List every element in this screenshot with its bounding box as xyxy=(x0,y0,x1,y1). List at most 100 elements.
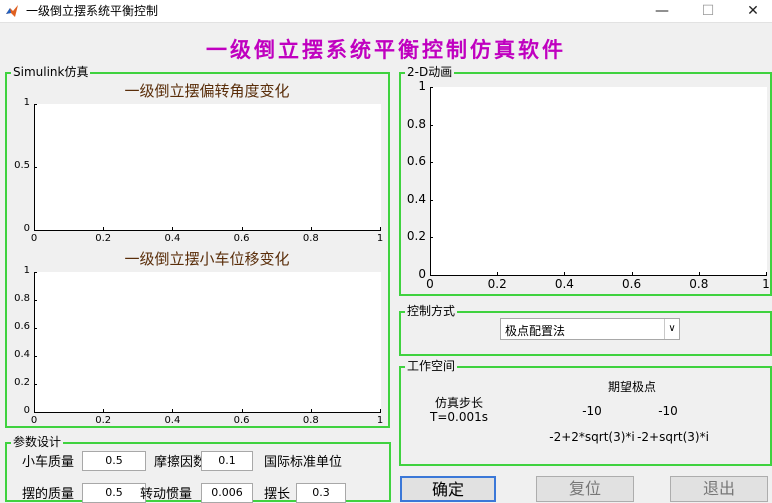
axes3-xtick-label: 0.4 xyxy=(554,277,574,291)
axes3-ytick-mark xyxy=(430,237,433,239)
axes3-ytick-label: 0.4 xyxy=(406,191,426,206)
animation-plot-area[interactable] xyxy=(430,87,767,276)
inertia-label: 转动惯量 xyxy=(140,487,193,502)
pole-4: -2+sqrt(3)*i xyxy=(637,430,709,444)
reset-button[interactable]: 复位 xyxy=(536,476,634,502)
parameter-panel-label: 参数设计 xyxy=(11,434,64,450)
window-title: 一级倒立摆系统平衡控制 xyxy=(26,4,159,18)
axes2-ytick-label: 1 xyxy=(23,265,30,276)
confirm-button[interactable]: 确定 xyxy=(400,476,496,502)
workspace-panel-label: 工作空间 xyxy=(405,358,458,374)
axes3-xtick-label: 0.2 xyxy=(487,277,507,291)
pendulum-length-input[interactable]: 0.3 xyxy=(296,483,346,503)
axes2-xtick-mark xyxy=(380,409,381,412)
axes2-title: 一级倒立摆小车位移变化 xyxy=(124,250,290,268)
axes1-ytick-label: 0.5 xyxy=(14,160,30,171)
inertia-input[interactable]: 0.006 xyxy=(201,483,253,503)
cart-mass-label: 小车质量 xyxy=(22,455,75,470)
axes3-ytick-label: 0.6 xyxy=(406,154,426,169)
pendulum-mass-label: 摆的质量 xyxy=(22,487,75,502)
pendulum-length-label: 摆长 xyxy=(264,487,291,502)
axes3-xtick-mark xyxy=(631,272,633,275)
axes2-ytick-mark xyxy=(34,384,37,385)
axes2-ytick-mark xyxy=(34,272,37,273)
axes2-ytick-mark xyxy=(34,328,37,329)
axes1-ytick-label: 1 xyxy=(23,97,30,108)
exit-button[interactable]: 退出 xyxy=(670,476,768,502)
friction-label: 摩擦因数 xyxy=(154,455,207,470)
axes2-ytick-mark xyxy=(34,300,37,301)
axes1-xtick-mark xyxy=(34,227,35,230)
control-method-select[interactable]: 极点配置法 ∨ xyxy=(500,318,680,340)
axes1-xtick-mark xyxy=(172,227,174,230)
control-method-label: 控制方式 xyxy=(405,303,458,319)
axes3-xtick-mark xyxy=(497,272,499,275)
axes1-ytick-mark xyxy=(34,230,37,231)
axes1-xtick-mark xyxy=(310,227,312,230)
axes3-xtick-mark xyxy=(698,272,700,275)
axes3-ytick-label: 0.8 xyxy=(406,116,426,131)
axes1-xtick-mark xyxy=(103,227,105,230)
chevron-down-icon[interactable]: ∨ xyxy=(664,319,679,339)
axes2-ytick-label: 0.2 xyxy=(14,377,30,388)
axes1-xtick-label: 0.2 xyxy=(95,233,112,244)
minimize-button[interactable]: — xyxy=(642,0,682,22)
axes3-xtick-label: 0 xyxy=(426,277,434,291)
step-size-value: T=0.001s xyxy=(430,410,488,424)
axes1-xtick-label: 0 xyxy=(30,233,38,244)
axes3-ytick-mark xyxy=(430,275,433,276)
axes3-xtick-label: 0.8 xyxy=(689,277,709,291)
axes3-ytick-mark xyxy=(430,124,433,126)
axes3-ytick-mark xyxy=(430,87,433,88)
axes2-ytick-label: 0.8 xyxy=(14,293,30,304)
axes2-ytick-mark xyxy=(34,356,37,357)
desired-poles-title: 期望极点 xyxy=(607,380,656,394)
axes1-ytick-mark xyxy=(34,167,37,168)
step-size-label: 仿真步长 xyxy=(434,396,483,410)
window-titlebar: 一级倒立摆系统平衡控制 — ☐ ✕ xyxy=(0,0,772,23)
axes2-xtick-mark xyxy=(103,409,105,412)
pole-1: -10 xyxy=(582,404,602,418)
pole-2: -10 xyxy=(658,404,678,418)
axes2-xtick-label: 0.6 xyxy=(233,415,250,426)
friction-input[interactable]: 0.1 xyxy=(201,451,253,471)
axes1-xtick-label: 0.8 xyxy=(302,233,319,244)
axes3-ytick-mark xyxy=(430,199,433,201)
angle-plot-area[interactable] xyxy=(34,104,381,231)
axes2-xtick-mark xyxy=(241,409,243,412)
axes2-xtick-mark xyxy=(310,409,312,412)
axes2-xtick-label: 0 xyxy=(30,415,38,426)
units-label: 国际标准单位 xyxy=(264,455,343,470)
axes2-xtick-label: 0.4 xyxy=(164,415,181,426)
axes1-xtick-mark xyxy=(380,227,381,230)
axes1-xtick-label: 0.4 xyxy=(164,233,181,244)
animation-panel-label: 2-D动画 xyxy=(405,64,455,80)
axes3-ytick-label: 0.2 xyxy=(406,229,426,244)
axes3-ytick-label: 1 xyxy=(418,79,426,93)
axes2-ytick-label: 0.6 xyxy=(14,321,30,332)
close-button[interactable]: ✕ xyxy=(733,0,772,22)
axes2-xtick-label: 1 xyxy=(376,415,384,426)
axes2-ytick-mark xyxy=(34,412,37,413)
maximize-button[interactable]: ☐ xyxy=(688,0,728,22)
simulink-panel-label: Simulink仿真 xyxy=(11,64,91,80)
matlab-app-icon xyxy=(6,5,18,17)
axes2-xtick-mark xyxy=(34,409,35,412)
axes3-ytick-mark xyxy=(430,162,433,164)
axes1-xtick-label: 0.6 xyxy=(233,233,250,244)
pole-3: -2+2*sqrt(3)*i xyxy=(549,430,635,444)
axes3-xtick-mark xyxy=(564,272,566,275)
displacement-plot-area[interactable] xyxy=(34,272,381,413)
axes1-title: 一级倒立摆偏转角度变化 xyxy=(124,82,290,100)
pendulum-mass-input[interactable]: 0.5 xyxy=(82,483,146,503)
axes2-ytick-label: 0.4 xyxy=(14,349,30,360)
axes1-xtick-mark xyxy=(241,227,243,230)
axes3-xtick-mark xyxy=(766,272,767,275)
axes3-xtick-mark xyxy=(430,272,431,275)
axes2-xtick-label: 0.2 xyxy=(95,415,112,426)
axes1-ytick-mark xyxy=(34,104,37,105)
axes2-xtick-label: 0.8 xyxy=(302,415,319,426)
axes3-xtick-label: 1 xyxy=(762,277,770,291)
cart-mass-input[interactable]: 0.5 xyxy=(82,451,146,471)
axes3-xtick-label: 0.6 xyxy=(622,277,642,291)
